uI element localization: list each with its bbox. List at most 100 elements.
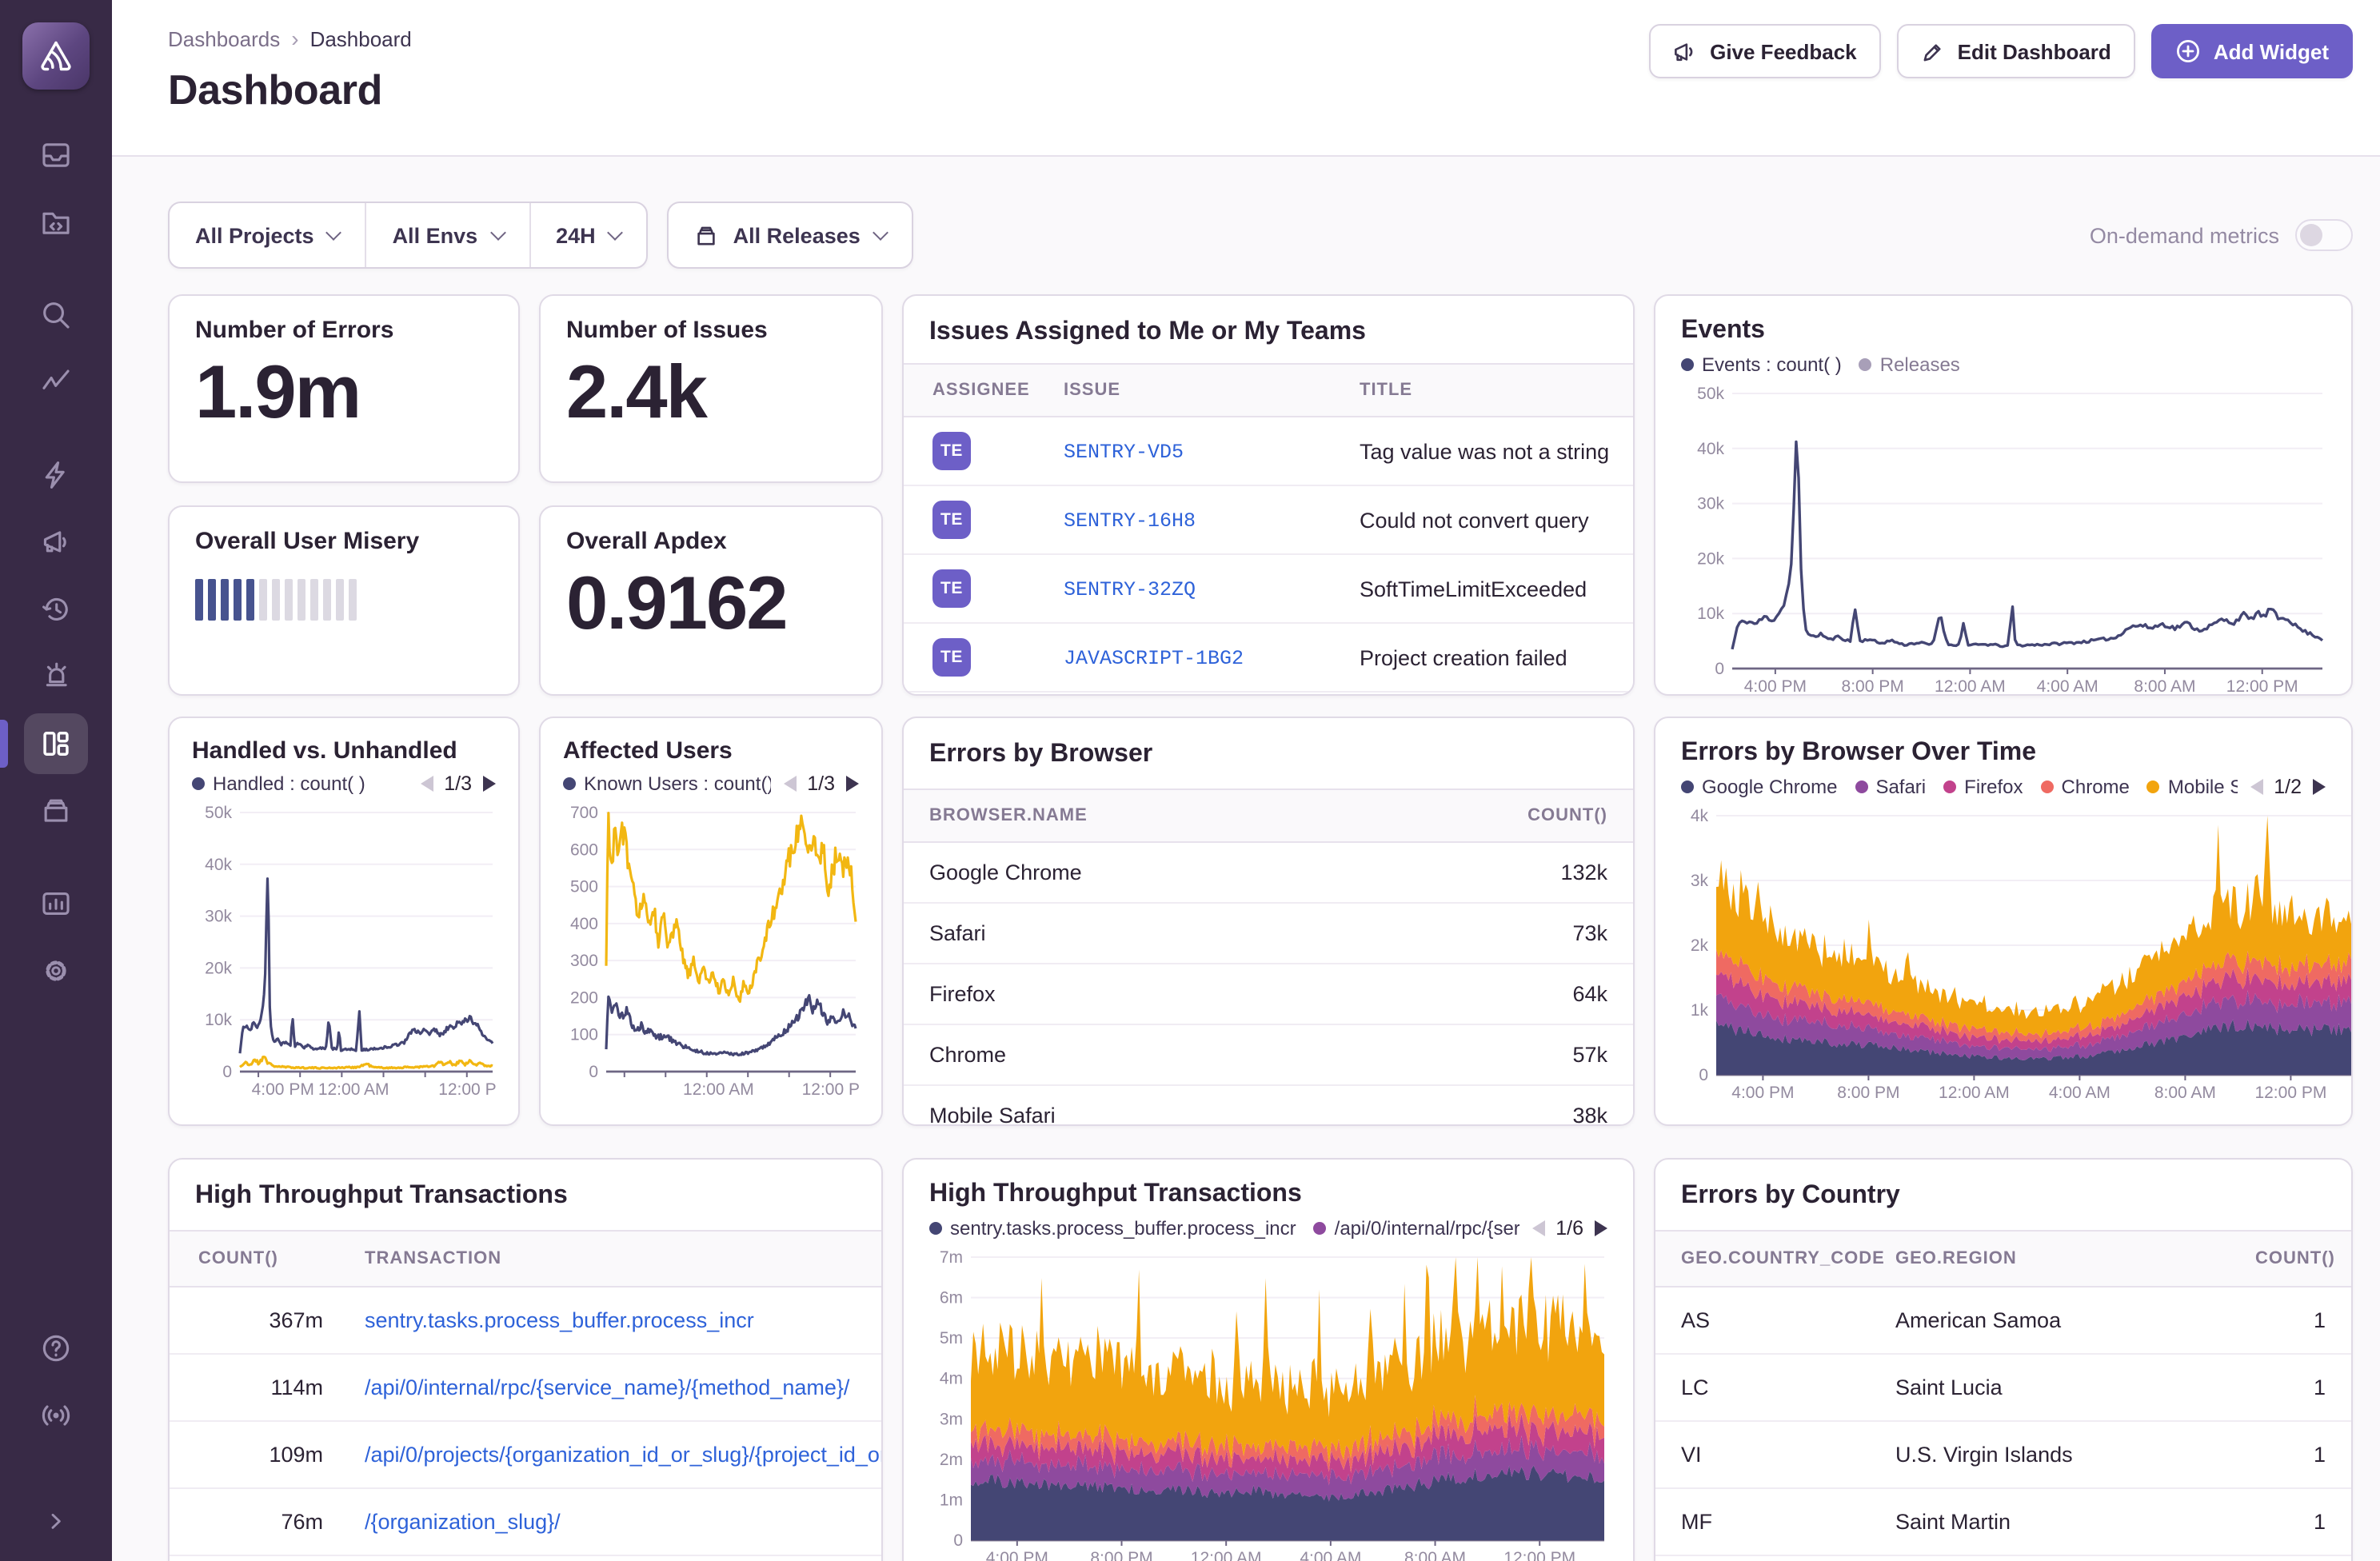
- edit-dashboard-button[interactable]: Edit Dashboard: [1897, 24, 2135, 78]
- help-icon: [38, 1331, 74, 1366]
- legend-item[interactable]: Mobile Safari: [2147, 776, 2237, 798]
- sidebar-item-projects[interactable]: [24, 192, 88, 253]
- legend-item[interactable]: Chrome: [2041, 776, 2130, 798]
- pager-next-icon[interactable]: [483, 776, 496, 792]
- svg-text:4:00 PM: 4:00 PM: [1731, 1084, 1794, 1102]
- legend-item[interactable]: /api/0/internal/rpc/{service_name}/{meth…: [1314, 1217, 1519, 1240]
- misery-bar: [246, 579, 254, 621]
- legend-label: Firefox: [1964, 776, 2023, 798]
- column-header-browser-name[interactable]: BROWSER.NAME: [904, 806, 1489, 825]
- legend-item[interactable]: sentry.tasks.process_buffer.process_incr: [929, 1217, 1296, 1240]
- assignee-avatar[interactable]: TE: [932, 569, 971, 608]
- pager-next-icon[interactable]: [2313, 779, 2326, 795]
- sidebar-item-feedback[interactable]: [24, 512, 88, 573]
- pager-next-icon[interactable]: [846, 776, 859, 792]
- issue-link[interactable]: JAVASCRIPT-1BG2: [1064, 648, 1244, 670]
- widget-user-misery[interactable]: Overall User Misery: [168, 505, 520, 696]
- column-header-transaction[interactable]: TRANSACTION: [329, 1249, 881, 1268]
- sidebar-item-settings[interactable]: [24, 940, 88, 1001]
- column-header-count[interactable]: COUNT(): [1489, 806, 1633, 825]
- sidebar-item-search[interactable]: [24, 285, 88, 345]
- date-range-filter[interactable]: 24H: [529, 203, 647, 267]
- column-header-issue[interactable]: ISSUE: [1064, 381, 1360, 400]
- country-region: Saint Lucia: [1895, 1375, 2255, 1399]
- transaction-link[interactable]: /api/0/projects/{organization_id_or_slug…: [329, 1443, 881, 1467]
- legend-item[interactable]: Releases: [1859, 353, 1960, 376]
- country-code: MF: [1655, 1510, 1895, 1534]
- pager-prev-icon[interactable]: [2250, 779, 2262, 795]
- pager-prev-icon[interactable]: [420, 776, 433, 792]
- column-header-title[interactable]: TITLE: [1360, 381, 1633, 400]
- gear-icon: [38, 953, 74, 988]
- country-region: American Samoa: [1895, 1308, 2255, 1332]
- chart-legend: Known Users : count(): [563, 773, 770, 795]
- sidebar-item-releases[interactable]: [24, 780, 88, 841]
- sidebar-item-replays[interactable]: [24, 579, 88, 640]
- legend-item[interactable]: Google Chrome: [1681, 776, 1837, 798]
- transaction-link[interactable]: /{organization_slug}/: [329, 1510, 881, 1534]
- ondemand-metrics-toggle[interactable]: [2295, 219, 2353, 251]
- table-row: 367m sentry.tasks.process_buffer.process…: [170, 1288, 881, 1355]
- assignee-avatar[interactable]: TE: [932, 638, 971, 677]
- handled-line-chart[interactable]: 010k20k30k40k50k4:00 PM12:00 AM12:00 P: [192, 804, 499, 1100]
- widget-apdex[interactable]: Overall Apdex 0.9162: [539, 505, 883, 696]
- column-header-country-code[interactable]: GEO.COUNTRY_CODE: [1655, 1249, 1895, 1268]
- releases-filter[interactable]: All Releases: [668, 202, 913, 269]
- legend-item[interactable]: Handled : count( ): [192, 773, 365, 795]
- assignee-avatar[interactable]: TE: [932, 432, 971, 470]
- big-number-value: 0.9162: [566, 561, 856, 644]
- breadcrumb-dashboards[interactable]: Dashboards: [168, 26, 280, 50]
- transaction-link[interactable]: /api/0/internal/rpc/{service_name}/{meth…: [329, 1375, 881, 1399]
- table-row: TE JAVASCRIPT-1BG2 Project creation fail…: [904, 624, 1633, 693]
- legend-item[interactable]: Events : count( ): [1681, 353, 1842, 376]
- sidebar-item-metrics[interactable]: [24, 352, 88, 413]
- sidebar-item-whats-new[interactable]: [24, 1385, 88, 1446]
- widget-title: Issues Assigned to Me or My Teams: [929, 318, 1607, 347]
- browser-count: 73k: [1489, 921, 1633, 945]
- svg-text:2k: 2k: [1691, 936, 1709, 955]
- chevron-down-icon: [608, 224, 624, 240]
- transaction-link[interactable]: sentry.tasks.process_buffer.process_incr: [329, 1308, 881, 1332]
- column-header-count[interactable]: COUNT(): [2255, 1249, 2351, 1268]
- browser-stacked-area-chart[interactable]: 01k2k3k4k4:00 PM8:00 PM12:00 AM4:00 AM8:…: [1681, 808, 2353, 1104]
- sidebar-collapse[interactable]: [24, 1491, 88, 1551]
- issue-title: Tag value was not a string: [1360, 439, 1633, 463]
- sentry-logo[interactable]: [22, 22, 90, 90]
- sidebar-item-stats[interactable]: [24, 873, 88, 934]
- legend-pager: 1/6: [1519, 1217, 1607, 1240]
- issue-link[interactable]: SENTRY-VD5: [1064, 441, 1184, 464]
- issue-link[interactable]: SENTRY-16H8: [1064, 510, 1196, 533]
- legend-item[interactable]: Known Users : count(): [563, 773, 770, 795]
- affected-users-line-chart[interactable]: 010020030040050060070012:00 AM12:00 P: [563, 804, 862, 1100]
- give-feedback-button[interactable]: Give Feedback: [1649, 24, 1881, 78]
- pager-next-icon[interactable]: [1595, 1220, 1607, 1236]
- events-line-chart[interactable]: 010k20k30k40k50k4:00 PM8:00 PM12:00 AM4:…: [1681, 385, 2329, 696]
- svg-text:12:00 P: 12:00 P: [438, 1080, 496, 1099]
- svg-text:10k: 10k: [1697, 605, 1724, 623]
- sidebar-item-dashboards[interactable]: [24, 713, 88, 774]
- environments-filter[interactable]: All Envs: [365, 203, 529, 267]
- svg-text:8:00 AM: 8:00 AM: [2154, 1084, 2216, 1102]
- series-color-dot: [1855, 780, 1867, 793]
- assignee-avatar[interactable]: TE: [932, 501, 971, 539]
- series-color-dot: [2147, 780, 2160, 793]
- add-widget-button[interactable]: Add Widget: [2151, 24, 2353, 78]
- column-header-count[interactable]: COUNT(): [170, 1249, 329, 1268]
- pager-prev-icon[interactable]: [1531, 1220, 1544, 1236]
- widget-number-of-errors[interactable]: Number of Errors 1.9m: [168, 294, 520, 483]
- column-header-region[interactable]: GEO.REGION: [1895, 1249, 2255, 1268]
- sidebar-item-help[interactable]: [24, 1318, 88, 1379]
- pager-prev-icon[interactable]: [783, 776, 796, 792]
- column-header-assignee[interactable]: ASSIGNEE: [904, 381, 1064, 400]
- sidebar-item-issues[interactable]: [24, 125, 88, 186]
- projects-filter[interactable]: All Projects: [170, 203, 365, 267]
- throughput-stacked-area-chart[interactable]: 01m2m3m4m5m6m7m4:00 PM8:00 PM12:00 AM4:0…: [929, 1249, 1611, 1561]
- legend-item[interactable]: Safari: [1855, 776, 1926, 798]
- sidebar-item-quickstart[interactable]: [24, 445, 88, 505]
- legend-label: sentry.tasks.process_buffer.process_incr: [950, 1217, 1296, 1240]
- widget-number-of-issues[interactable]: Number of Issues 2.4k: [539, 294, 883, 483]
- issue-link[interactable]: SENTRY-32ZQ: [1064, 579, 1196, 601]
- sidebar-item-alerts[interactable]: [24, 646, 88, 707]
- legend-item[interactable]: Firefox: [1943, 776, 2023, 798]
- country-code: AS: [1655, 1308, 1895, 1332]
